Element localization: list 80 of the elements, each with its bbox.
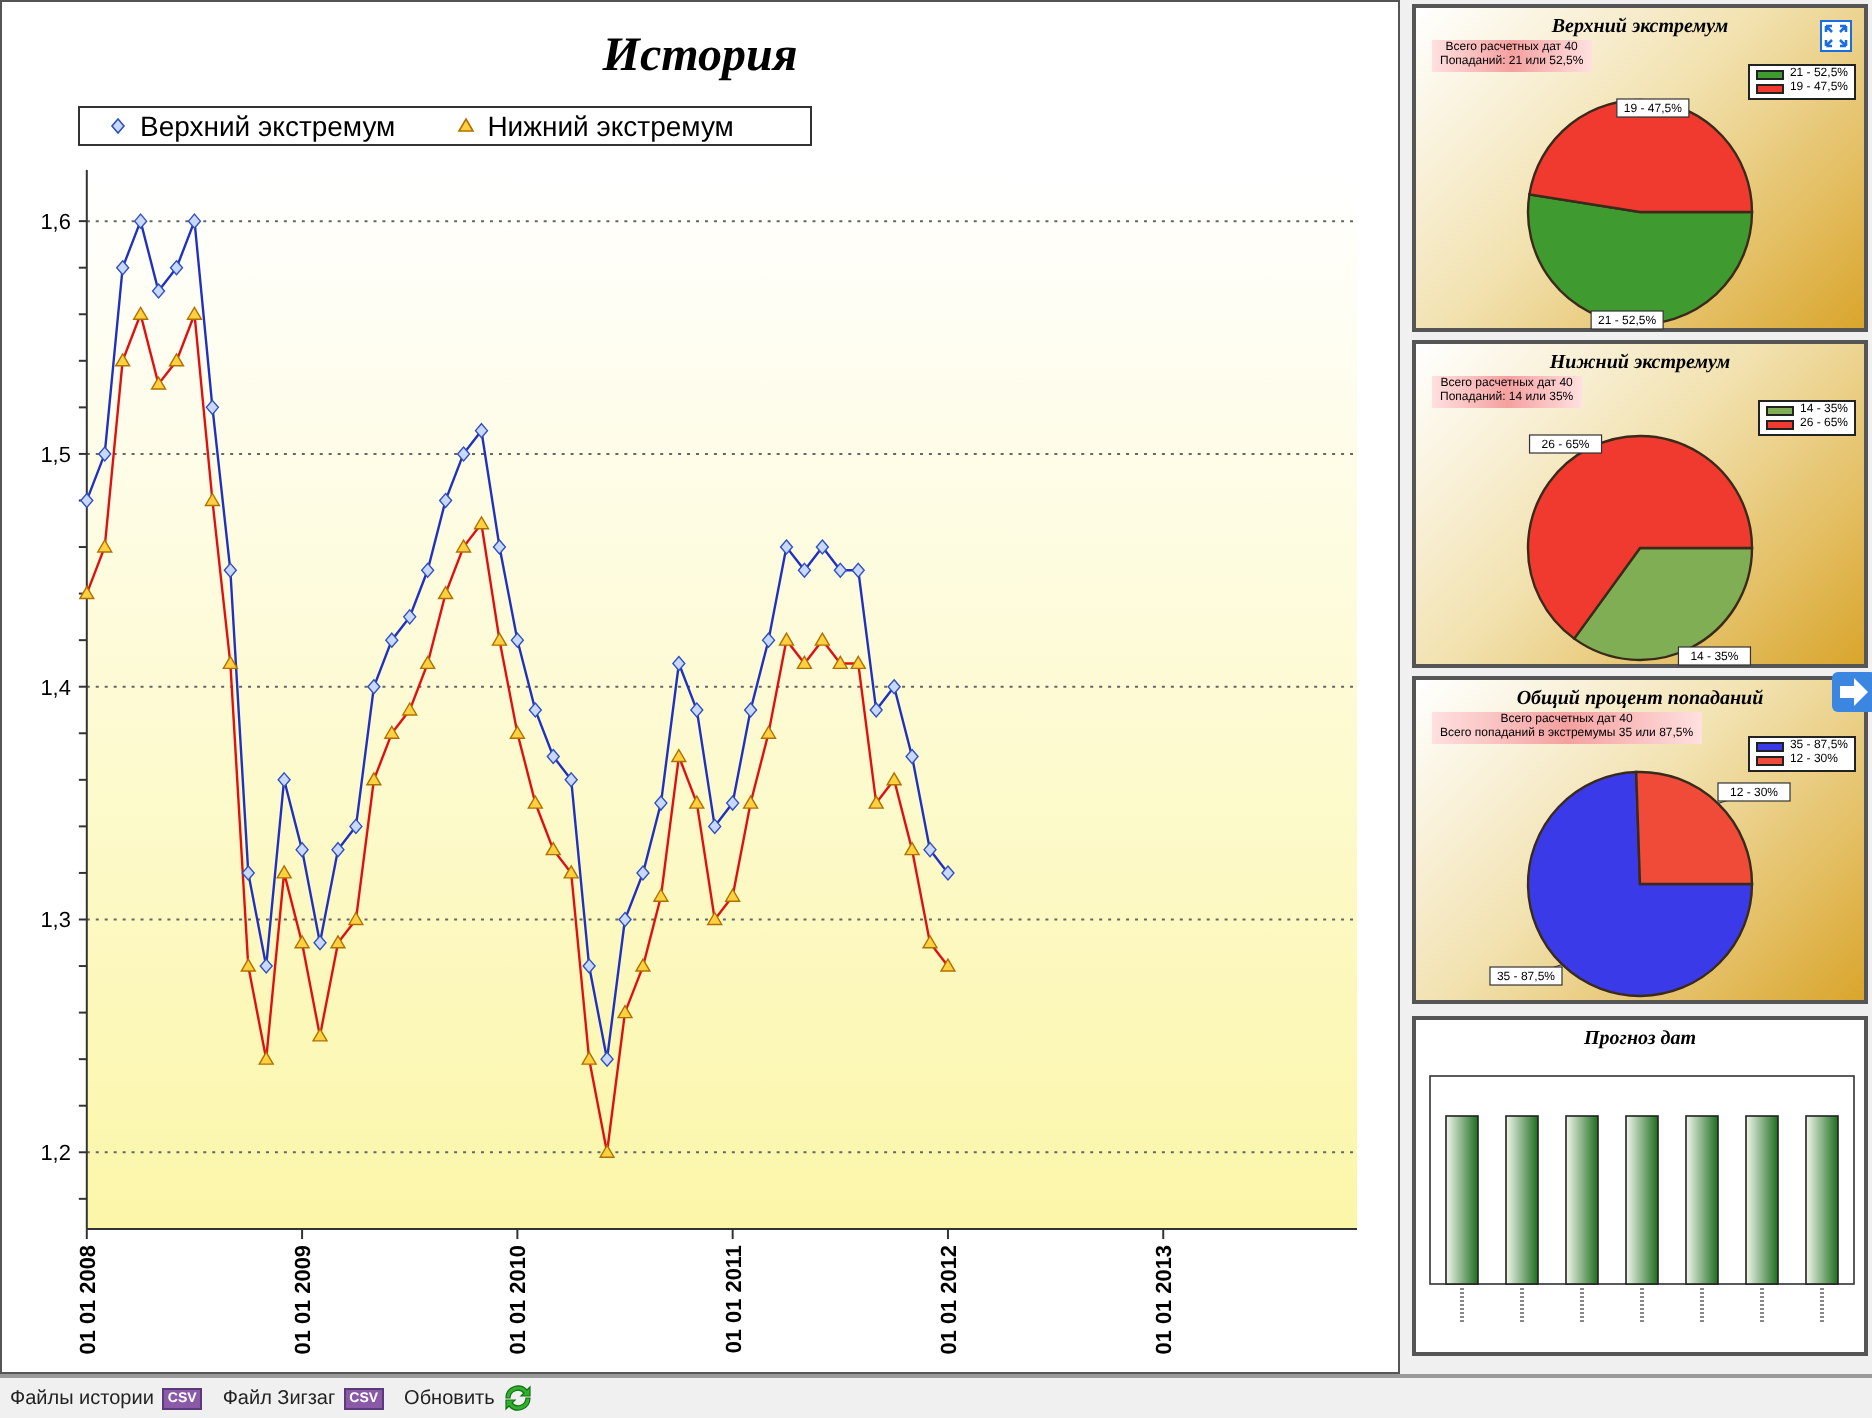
point bbox=[725, 794, 740, 811]
refresh-icon bbox=[502, 1382, 535, 1414]
point bbox=[690, 701, 704, 718]
point bbox=[654, 794, 668, 811]
x-tick-label: 01 01 2011 bbox=[722, 1244, 747, 1353]
point bbox=[582, 957, 596, 974]
point bbox=[869, 701, 883, 718]
y-tick-label: 1,5 bbox=[40, 443, 71, 468]
x-tick-label: 01 01 2013 bbox=[1153, 1244, 1178, 1355]
x-tick-label: 01 01 2009 bbox=[292, 1244, 317, 1355]
point bbox=[169, 259, 184, 275]
toolbar-button[interactable]: Обновить bbox=[398, 1382, 541, 1414]
point bbox=[887, 678, 901, 694]
panel-title: Нижний экстремум bbox=[1549, 352, 1731, 376]
point bbox=[600, 1051, 614, 1067]
faint-axis-label bbox=[1460, 1288, 1464, 1324]
point bbox=[385, 632, 399, 648]
point bbox=[331, 841, 345, 857]
point bbox=[277, 771, 291, 788]
point bbox=[815, 538, 830, 555]
point bbox=[349, 818, 363, 834]
point bbox=[367, 678, 381, 694]
point bbox=[672, 655, 686, 671]
y-tick-label: 1,3 bbox=[40, 909, 71, 933]
point bbox=[223, 562, 237, 578]
point bbox=[313, 934, 327, 950]
point bbox=[187, 213, 202, 229]
expand-icon[interactable] bbox=[1820, 20, 1852, 52]
point bbox=[564, 771, 578, 788]
faint-axis-label bbox=[1760, 1288, 1764, 1324]
x-tick-label: 01 01 2010 bbox=[507, 1244, 532, 1355]
faint-axis-label bbox=[1580, 1288, 1584, 1324]
right-arrow-icon[interactable] bbox=[1832, 672, 1872, 712]
point bbox=[923, 841, 937, 857]
point bbox=[797, 562, 812, 578]
point bbox=[510, 632, 525, 648]
point bbox=[205, 399, 220, 415]
triangle-marker-icon bbox=[455, 115, 476, 136]
point bbox=[295, 841, 309, 857]
point bbox=[833, 562, 847, 578]
chart-title: История bbox=[602, 30, 798, 86]
point bbox=[80, 492, 94, 508]
point bbox=[492, 538, 507, 555]
point bbox=[779, 538, 794, 555]
faint-axis-label bbox=[1640, 1288, 1644, 1324]
panel-title: Общий процент попаданий bbox=[1516, 688, 1764, 712]
point bbox=[761, 632, 776, 648]
point bbox=[905, 748, 919, 764]
point bbox=[259, 957, 273, 974]
point bbox=[151, 282, 166, 299]
legend-label: Нижний экстремум bbox=[487, 109, 734, 142]
panel-title: Верхний экстремум bbox=[1551, 16, 1729, 40]
point bbox=[474, 422, 489, 438]
point bbox=[421, 562, 435, 578]
diamond-marker-icon bbox=[108, 115, 128, 136]
point bbox=[851, 562, 865, 578]
faint-axis-label bbox=[1820, 1288, 1824, 1324]
point bbox=[636, 864, 650, 881]
point bbox=[456, 445, 471, 462]
point bbox=[618, 911, 632, 927]
point bbox=[743, 701, 758, 718]
point bbox=[708, 818, 722, 834]
faint-axis-label bbox=[1520, 1288, 1524, 1324]
y-tick-label: 1,6 bbox=[40, 210, 71, 235]
point bbox=[438, 492, 453, 508]
legend-label: Верхний экстремум bbox=[140, 109, 396, 142]
point bbox=[133, 213, 148, 229]
faint-axis-label bbox=[1700, 1288, 1704, 1324]
point bbox=[941, 864, 955, 881]
point bbox=[546, 748, 560, 764]
point bbox=[403, 608, 417, 625]
x-tick-label: 01 01 2012 bbox=[937, 1244, 962, 1355]
point bbox=[116, 259, 130, 275]
point bbox=[241, 864, 255, 881]
point bbox=[98, 445, 112, 462]
panel-title: Прогноз дат bbox=[1583, 1028, 1697, 1052]
point bbox=[528, 701, 542, 718]
y-tick-label: 1,2 bbox=[40, 1141, 71, 1166]
y-tick-label: 1,4 bbox=[40, 676, 71, 701]
x-tick-label: 01 01 2008 bbox=[76, 1244, 101, 1355]
